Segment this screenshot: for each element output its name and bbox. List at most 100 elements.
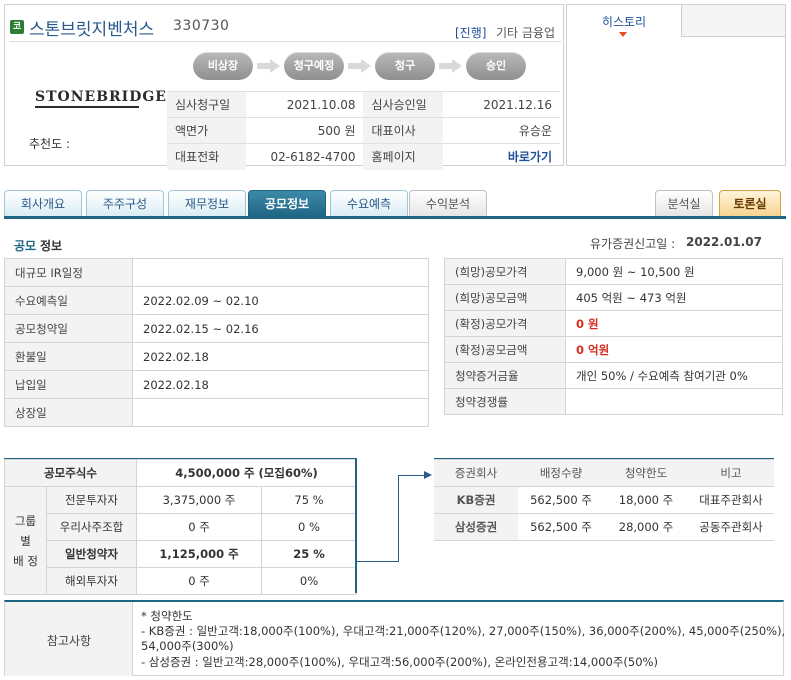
history-panel: 히스토리 [566, 4, 786, 166]
review-request-label: 심사청구일 [167, 91, 247, 118]
offering-value: 9,000 원 ~ 10,500 원 [565, 258, 783, 285]
offering-label: 청약경쟁률 [444, 388, 566, 415]
ceo-label: 대표이사 [363, 117, 443, 144]
allocation-pct: 0% [261, 567, 357, 595]
offering-value: 0 원 [565, 310, 783, 337]
schedule-label: 납입일 [4, 370, 133, 399]
review-approval-label: 심사승인일 [363, 91, 443, 118]
notes-label: 참고사항 [46, 634, 92, 648]
schedule-label: 공모청약일 [4, 314, 133, 343]
total-shares-label: 공모주식수 [4, 459, 137, 487]
connector-line [398, 475, 399, 562]
schedule-value: 2022.02.18 [132, 342, 429, 371]
table-row: 그룹별 배 정 전문투자자 3,375,000 주 75 % [4, 486, 357, 595]
filing-date-label: 유가증권신고일 : [590, 237, 676, 251]
schedule-value: 2022.02.09 ~ 02.10 [132, 286, 429, 315]
ipo-schedule-table: 대규모 IR일정 수요예측일 2022.02.09 ~ 02.10 공모청약일 … [4, 258, 429, 427]
allocation-shares: 1,125,000 주 [136, 540, 262, 568]
offering-label: (확정)공모금액 [444, 336, 566, 363]
review-approval-value: 2021.12.16 [442, 91, 560, 118]
tab-demand-forecast[interactable]: 수요예측 [330, 190, 408, 217]
note-line: 54,000주(300%) [141, 639, 234, 653]
step-unlisted: 비상장 [193, 52, 253, 80]
group-allocation-label: 그룹별 배 정 [4, 486, 47, 595]
table-row: 상장일 [4, 398, 429, 427]
tab-shareholders[interactable]: 주주구성 [86, 190, 164, 217]
table-row: 일반청약자 1,125,000 주 25 % [5, 540, 357, 568]
table-row: 공모청약일 2022.02.15 ~ 02.16 [4, 314, 429, 343]
step-planned: 청구예정 [284, 52, 344, 80]
allocation-pct: 75 % [261, 486, 357, 514]
allocation-shares: 3,375,000 주 [136, 486, 262, 514]
filing-date-value: 2022.01.07 [686, 235, 762, 249]
table-row: 납입일 2022.02.18 [4, 370, 429, 399]
company-code: 330730 [173, 18, 230, 34]
step-arrow-icon [257, 59, 281, 73]
step-arrow-icon [439, 59, 463, 73]
par-value-label: 액면가 [167, 117, 247, 144]
underwriter-table: 증권회사 배정수량 청약한도 비고 KB증권 562,500 주 18,000 … [434, 459, 774, 541]
tab-ipo-info[interactable]: 공모정보 [248, 190, 326, 217]
section-title: 정보 [40, 239, 63, 253]
phone-value: 02-6182-4700 [246, 143, 364, 170]
column-header: 청약한도 [604, 459, 688, 487]
allocation-label: 해외투자자 [46, 567, 137, 595]
offering-label: (확정)공모가격 [444, 310, 566, 337]
allocation-table: 공모주식수 4,500,000 주 (모집60%) 그룹별 배 정 전문투자자 … [4, 459, 357, 595]
tab-discussion-room[interactable]: 토론실 [719, 190, 781, 217]
underwriter-qty: 562,500 주 [518, 513, 604, 541]
tab-company-overview[interactable]: 회사개요 [4, 190, 82, 217]
group-label-line1: 그룹별 [14, 513, 37, 548]
allocation-label: 일반청약자 [46, 540, 137, 568]
allocation-label: 전문투자자 [46, 486, 137, 514]
note-line: - KB증권 : 일반고객:18,000주(100%), 우대고객:21,000… [141, 624, 786, 638]
total-shares-value: 4,500,000 주 (모집60%) [136, 459, 357, 487]
phone-label: 대표전화 [167, 143, 247, 170]
table-row: KB증권 562,500 주 18,000 주 대표주관회사 [434, 486, 774, 514]
table-row: 환불일 2022.02.18 [4, 342, 429, 371]
schedule-value [132, 258, 429, 287]
logo-underline [35, 106, 139, 108]
table-row: (확정)공모가격 0 원 [444, 310, 783, 337]
history-content [567, 37, 785, 165]
table-row: 해외투자자 0 주 0% [5, 567, 357, 595]
table-row: (희망)공모가격 9,000 원 ~ 10,500 원 [444, 258, 783, 285]
offering-label: (희망)공모금액 [444, 284, 566, 311]
section-title-highlight: 공모 [14, 239, 37, 253]
table-row: 수요예측일 2022.02.09 ~ 02.10 [4, 286, 429, 315]
allocation-shares: 0 주 [136, 513, 262, 541]
allocation-pct: 25 % [261, 540, 357, 568]
homepage-link[interactable]: 바로가기 [442, 143, 560, 170]
table-row: 증권회사 배정수량 청약한도 비고 [434, 459, 774, 487]
header-divider [9, 41, 561, 42]
tab-financials[interactable]: 재무정보 [168, 190, 246, 217]
table-row: 공모주식수 4,500,000 주 (모집60%) [4, 459, 357, 487]
step-requested: 청구 [375, 52, 435, 80]
table-row: 청약증거금율 개인 50% / 수요예측 참여기관 0% [444, 362, 783, 389]
tab-bar-underline [4, 216, 786, 219]
schedule-value [132, 398, 429, 427]
table-row: 심사청구일 2021.10.08 심사승인일 2021.12.16 [167, 91, 560, 118]
offering-label: (희망)공모가격 [444, 258, 566, 285]
table-row: (확정)공모금액 0 억원 [444, 336, 783, 363]
company-info-table: 심사청구일 2021.10.08 심사승인일 2021.12.16 액면가 50… [167, 91, 560, 170]
column-header: 배정수량 [518, 459, 604, 487]
offering-value [565, 388, 783, 415]
schedule-label: 대규모 IR일정 [4, 258, 133, 287]
allocation-label: 우리사주조합 [46, 513, 137, 541]
connector-line [357, 561, 399, 562]
offering-value: 405 억원 ~ 473 억원 [565, 284, 783, 311]
tab-analysis-room[interactable]: 분석실 [655, 190, 713, 217]
offering-price-table: (희망)공모가격 9,000 원 ~ 10,500 원 (희망)공모금액 405… [444, 258, 783, 415]
arrow-right-icon [424, 471, 432, 479]
ceo-value: 유승운 [442, 117, 560, 144]
par-value-value: 500 원 [246, 117, 364, 144]
schedule-value: 2022.02.15 ~ 02.16 [132, 314, 429, 343]
tab-return-analysis[interactable]: 수익분석 [409, 190, 487, 217]
note-line: * 청약한도 [141, 609, 193, 623]
underwriter-name: 삼성증권 [434, 513, 518, 541]
table-row: 액면가 500 원 대표이사 유승운 [167, 117, 560, 144]
underwriter-note: 대표주관회사 [688, 486, 774, 514]
group-label-line2: 배 정 [13, 553, 38, 568]
table-row: (희망)공모금액 405 억원 ~ 473 억원 [444, 284, 783, 311]
